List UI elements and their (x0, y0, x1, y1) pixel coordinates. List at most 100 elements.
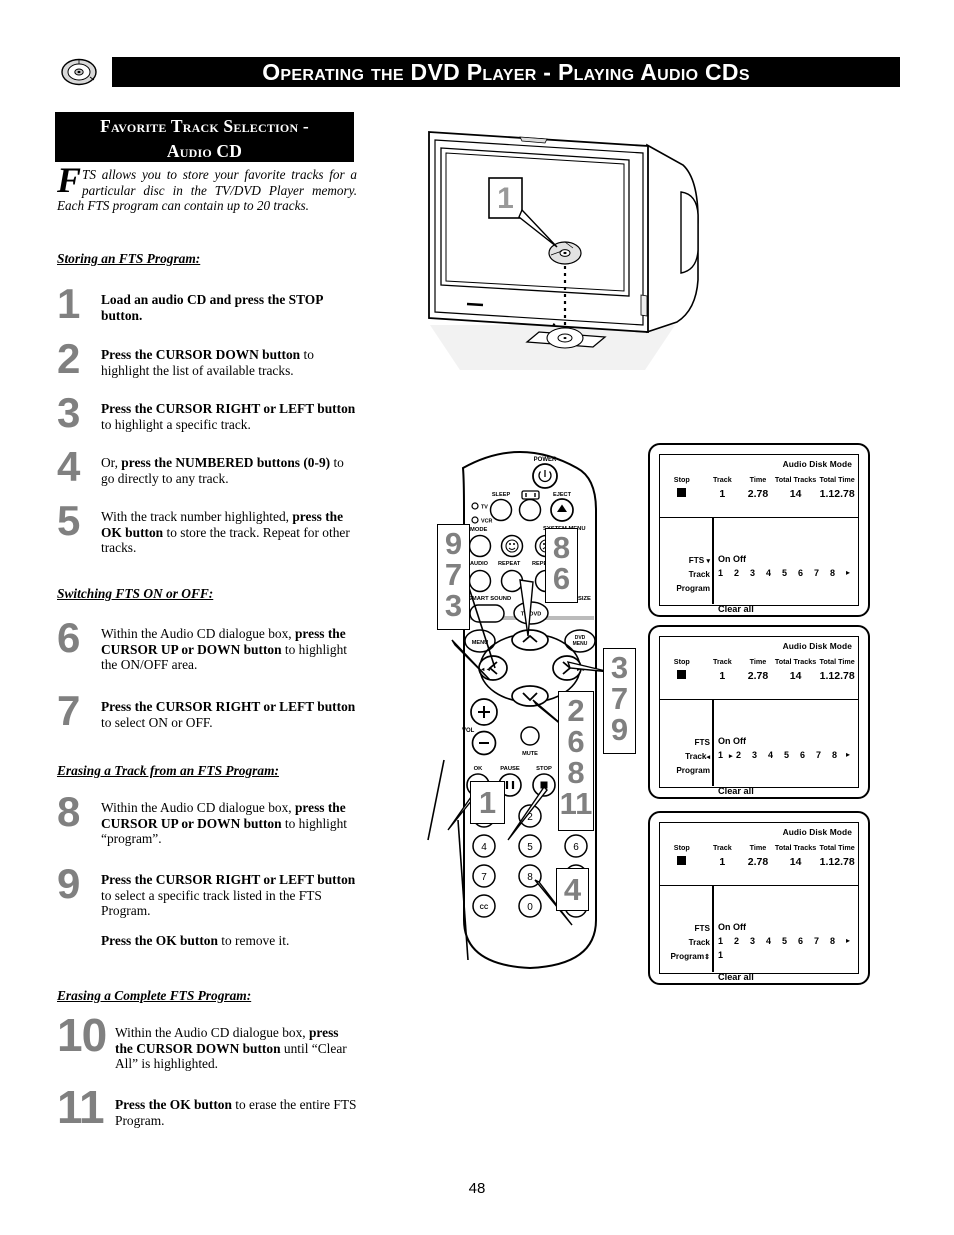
step-text: Or, press the NUMBERED buttons (0-9) to … (101, 455, 357, 486)
osd-col-track: Track (712, 475, 732, 484)
step-rest: to highlight a specific track. (101, 416, 251, 432)
step-number: 1 (57, 280, 80, 327)
step-text: Load an audio CD and press the STOP butt… (101, 292, 357, 323)
step-sub-rest: to remove it. (217, 932, 290, 948)
intro-dropcap: F (57, 160, 82, 200)
osd-clear-all[interactable]: Clear all (718, 786, 754, 796)
step-text: Within the Audio CD dialogue box, press … (101, 800, 357, 847)
callout-line: 8 (552, 530, 571, 565)
osd-val-total-time: 1.12.78 (819, 670, 855, 682)
osd-fts-values[interactable]: On Off (718, 922, 746, 932)
callout-86: 8 6 (545, 528, 578, 603)
osd-track-values[interactable]: 12345678 (718, 568, 846, 578)
page-number: 48 (468, 1180, 486, 1197)
step-pre: Within the Audio CD dialogue box, (101, 800, 295, 815)
osd-cursor-marker: ◂ (706, 754, 710, 761)
remote-label-size: SIZE (578, 596, 591, 602)
callout-line: 7 (444, 557, 463, 592)
osd-col-time: Time (749, 843, 767, 852)
osd-col-track: Track (712, 843, 732, 852)
osd-col-total-time: Total Time (819, 657, 855, 666)
osd-track-values[interactable]: 12345678 (718, 936, 846, 946)
callout-line: 4 (563, 872, 582, 907)
callout-line: 3 (610, 650, 629, 685)
page-title: Operating the DVD Player - Playing Audio… (262, 59, 750, 85)
svg-text:7: 7 (481, 872, 487, 883)
osd-col-total-tracks: Total Tracks (774, 843, 817, 852)
osd-col-stop: Stop (673, 657, 690, 666)
step-bold: Load an audio CD and press the STOP butt… (101, 292, 323, 323)
mute-button (520, 726, 540, 746)
remote-label-pause: PAUSE (500, 766, 520, 772)
step-number: 11 (57, 1081, 105, 1133)
osd-val-track: 1 (719, 856, 726, 868)
step-sub-bold: Press the OK button (101, 932, 218, 948)
osd-clear-all[interactable]: Clear all (718, 972, 754, 982)
osd-fts-values[interactable]: On Off (718, 736, 746, 746)
step-number: 7 (57, 687, 80, 734)
osd-label-track: Track◂ (685, 752, 710, 761)
osd-col-stop: Stop (673, 843, 690, 852)
callout-line: 9 (444, 526, 463, 561)
remote-label-sleep: SLEEP (492, 492, 511, 498)
step-text: Press the OK button to erase the entire … (115, 1097, 357, 1128)
step-4: 4 Or, press the NUMBERED buttons (0-9) t… (57, 446, 357, 488)
osd-label-fts: FTS (694, 738, 710, 747)
osd-clear-all[interactable]: Clear all (718, 604, 754, 614)
step-bold: Press the CURSOR DOWN button (101, 347, 301, 362)
remote-label-mode: MODE (470, 527, 488, 533)
osd-col-time: Time (749, 475, 767, 484)
osd-more-arrow[interactable]: ▸ (846, 568, 850, 577)
screen-format-button (518, 498, 542, 522)
osd-mode-label: Audio Disk Mode (782, 459, 852, 469)
remote-label-audio: AUDIO (470, 561, 489, 567)
osd-track-values[interactable]: 1 ▸ 2 3 4 5 6 7 8 (718, 750, 848, 760)
osd-col-total-tracks: Total Tracks (774, 475, 817, 484)
osd-screen-program: Audio Disk Mode Stop Track Time Total Tr… (648, 811, 870, 985)
svg-text:0: 0 (527, 902, 533, 913)
step-2: 2 Press the CURSOR DOWN button to highli… (57, 338, 357, 380)
cd-disc-icon (61, 58, 97, 86)
callout-line: 6 (552, 561, 571, 596)
osd-label-program: Program (676, 766, 710, 775)
step-text: Press the CURSOR RIGHT or LEFT button to… (101, 401, 357, 432)
step-number: 9 (57, 860, 80, 907)
osd-val-stop (660, 488, 704, 500)
osd-val-stop (660, 670, 704, 682)
step-number: 3 (57, 389, 80, 436)
callout-line: 7 (610, 681, 629, 716)
remote-label-ok: OK (474, 766, 484, 772)
osd-label-fts: FTS (694, 924, 710, 933)
osd-col-time: Time (749, 657, 767, 666)
osd-col-total-tracks: Total Tracks (774, 657, 817, 666)
manual-page: Operating the DVD Player - Playing Audio… (0, 0, 954, 1235)
osd-label-track: Track (688, 938, 710, 947)
audio-button (468, 569, 492, 593)
step-1: 1 Load an audio CD and press the STOP bu… (57, 283, 357, 325)
step-number: 4 (57, 443, 80, 490)
osd-mode-label: Audio Disk Mode (782, 641, 852, 651)
step-text: Within the Audio CD dialogue box, press … (115, 1025, 357, 1072)
osd-val-total-time: 1.12.78 (819, 488, 855, 500)
osd-more-arrow[interactable]: ▸ (846, 936, 850, 945)
step-text: Within the Audio CD dialogue box, press … (101, 626, 357, 673)
step-rest: to select a specific track listed in the… (101, 887, 322, 919)
osd-label-track: Track (688, 570, 710, 579)
step-number: 2 (57, 335, 80, 382)
step-number: 6 (57, 614, 80, 661)
intro-text: TS allows you to store your favorite tra… (57, 167, 357, 214)
osd-val-total-tracks: 14 (789, 488, 802, 500)
osd-col-stop: Stop (673, 475, 690, 484)
tv-indicator (471, 502, 479, 510)
osd-cursor-marker: ▾ (706, 558, 710, 565)
step-number: 8 (57, 788, 80, 835)
cursor-down-button (511, 685, 549, 707)
osd-more-arrow[interactable]: ▸ (846, 750, 850, 759)
osd-val-time: 2.78 (747, 670, 769, 682)
osd-program-values[interactable]: 1 (718, 950, 723, 960)
step-pre: Within the Audio CD dialogue box, (115, 1025, 309, 1040)
subhead-switching: Switching FTS ON or OFF: (57, 586, 214, 601)
section-title-box: Favorite Track Selection - Audio CD (55, 112, 354, 162)
remote-label-stop: STOP (536, 766, 552, 772)
osd-fts-values[interactable]: On Off (718, 554, 746, 564)
